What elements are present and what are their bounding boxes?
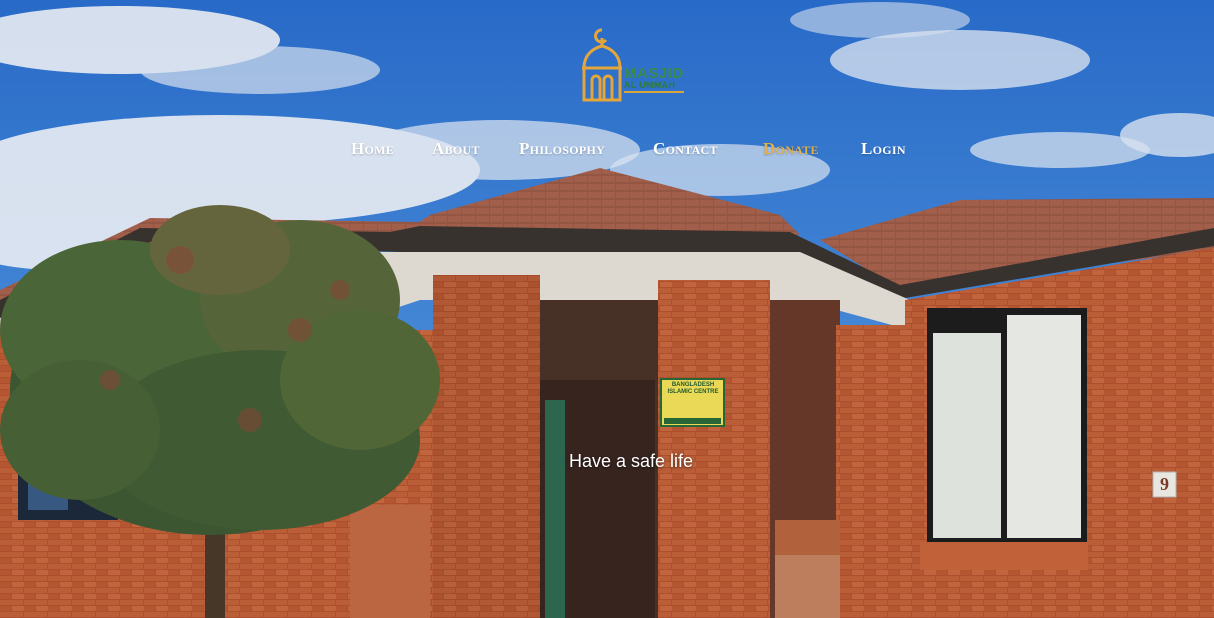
nav-item-home[interactable]: Home [351,139,394,159]
logo-subtitle: AL UMMAH [624,81,684,93]
nav-item-philosophy[interactable]: Philosophy [519,139,605,159]
logo-wordmark: MASJID AL UMMAH [624,66,684,93]
nav-item-contact[interactable]: Contact [653,139,718,159]
nav-item-donate[interactable]: Donate [763,139,819,159]
hero-banner: MASJID AL UMMAH Home About Philosophy Co… [0,0,1214,618]
main-navigation: Home About Philosophy Contact Donate Log… [0,139,1214,161]
hero-tagline: Have a safe life [569,451,694,471]
centre-sign: BANGLADESH ISLAMIC CENTRE [667,382,719,395]
house-number: 9 [1160,474,1169,494]
logo-title: MASJID [624,65,684,82]
site-logo[interactable]: MASJID AL UMMAH [578,28,684,104]
nav-item-about[interactable]: About [432,139,480,159]
mosque-dome-icon [582,28,622,102]
nav-item-login[interactable]: Login [861,139,906,159]
